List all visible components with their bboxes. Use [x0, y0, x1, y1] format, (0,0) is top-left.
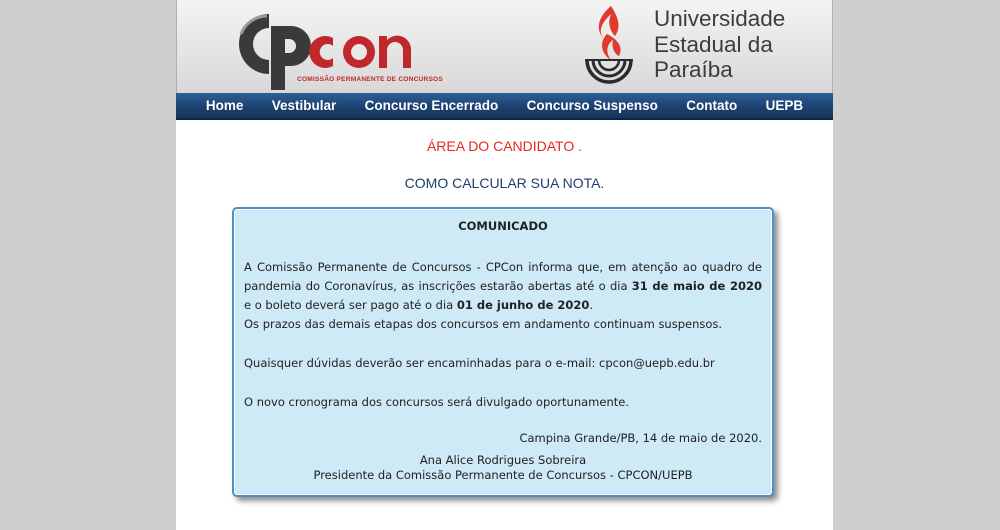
university-name[interactable]: Universidade Estadual da Paraíba [654, 6, 785, 83]
notice-signer-name: Ana Alice Rodrigues Sobreira [419, 453, 587, 467]
notice-paragraph-2: Os prazos das demais etapas dos concurso… [244, 317, 723, 331]
header-banner: COMISSÃO PERMANENTE DE CONCURSOS Univers… [176, 0, 833, 93]
nav-contato[interactable]: Contato [672, 98, 751, 113]
nav-uepb[interactable]: UEPB [751, 98, 817, 113]
notice-email[interactable]: cpcon@uepb.edu.br [599, 356, 715, 370]
notice-date-inscricoes: 31 de maio de 2020 [631, 279, 762, 293]
cpcon-logo-subtitle: COMISSÃO PERMANENTE DE CONCURSOS [297, 76, 443, 83]
notice-signer-title: Presidente da Comissão Permanente de Con… [313, 468, 693, 482]
university-name-line2: Estadual da [654, 31, 773, 57]
page-container: COMISSÃO PERMANENTE DE CONCURSOS Univers… [176, 0, 833, 530]
notice-heading: COMUNICADO [458, 219, 548, 233]
notice-p1-part-b: e o boleto deverá ser pago até o dia [244, 298, 457, 312]
university-name-line3: Paraíba [654, 57, 733, 82]
notice-box: COMUNICADO A Comissão Permanente de Conc… [232, 207, 774, 497]
notice-p1-part-c: . [589, 298, 594, 312]
main-nav: Home Vestibular Concurso Encerrado Concu… [176, 93, 833, 120]
notice-paragraph-4: O novo cronograma dos concursos será div… [244, 395, 629, 409]
nav-vestibular[interactable]: Vestibular [258, 98, 351, 113]
notice-place-date: Campina Grande/PB, 14 de maio de 2020. [519, 431, 762, 445]
como-calcular-nota-link[interactable]: COMO CALCULAR SUA NOTA. [176, 175, 833, 191]
area-do-candidato-link[interactable]: ÁREA DO CANDIDATO . [176, 138, 833, 154]
uepb-emblem-icon[interactable] [581, 4, 637, 88]
notice-date-boleto: 01 de junho de 2020 [456, 298, 590, 312]
nav-concurso-encerrado[interactable]: Concurso Encerrado [350, 98, 512, 113]
notice-paragraph-3: Quaisquer dúvidas deverão ser encaminhad… [244, 354, 762, 373]
notice-paragraph-1: A Comissão Permanente de Concursos - CPC… [244, 258, 762, 315]
nav-concurso-suspenso[interactable]: Concurso Suspenso [512, 98, 672, 113]
notice-p3-text: Quaisquer dúvidas deverão ser encaminhad… [244, 356, 599, 370]
university-name-line1: Universidade [654, 6, 786, 31]
nav-home[interactable]: Home [192, 98, 258, 113]
